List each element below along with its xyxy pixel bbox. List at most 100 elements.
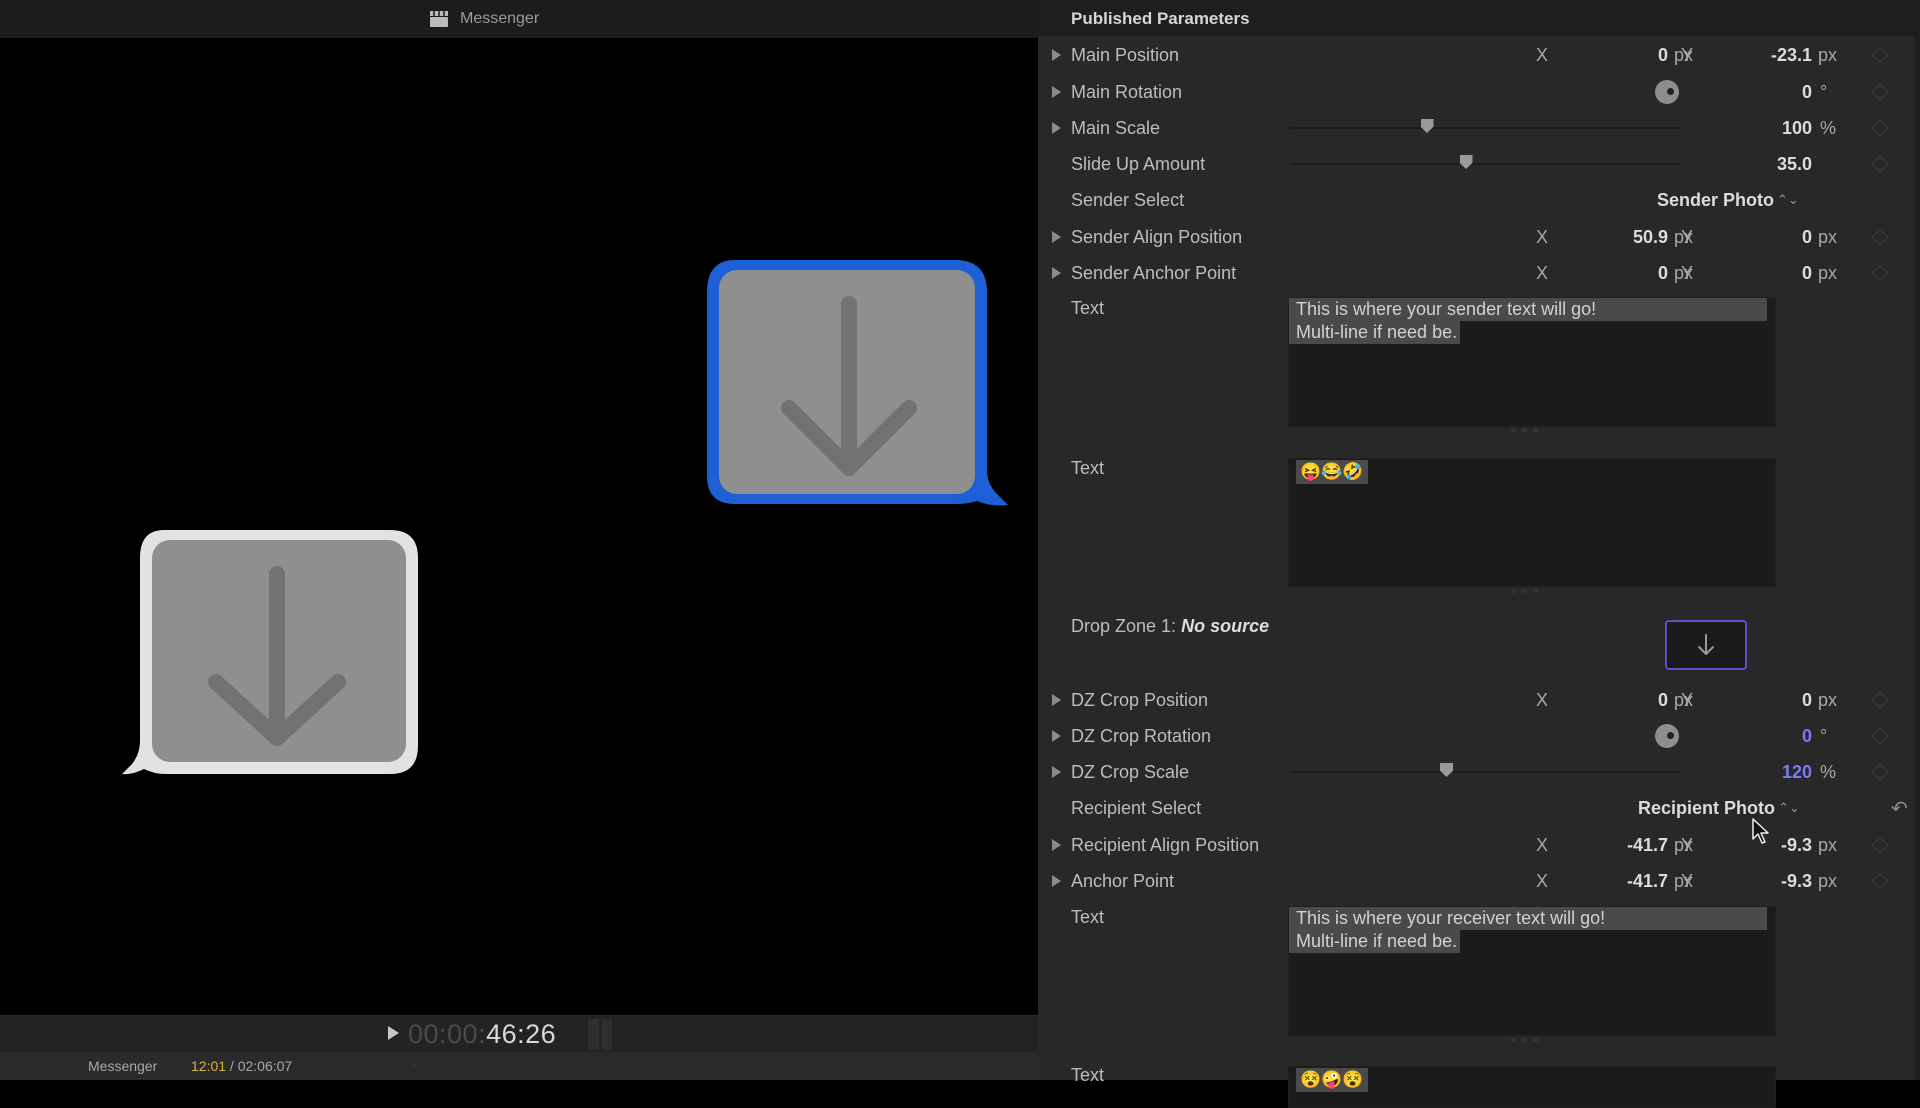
project-name: Messenger xyxy=(88,1058,158,1074)
timecode-display[interactable]: 00:00:46:26 xyxy=(408,1019,556,1050)
y-value-field[interactable]: 0 xyxy=(1718,263,1812,284)
keyframe-diamond-icon[interactable] xyxy=(1871,836,1889,854)
keyframe-diamond-icon[interactable] xyxy=(1871,155,1889,173)
rotation-dial[interactable] xyxy=(1655,724,1679,748)
disclosure-triangle-icon[interactable] xyxy=(1052,267,1061,279)
text-line: Multi-line if need be. xyxy=(1289,321,1461,344)
rotation-dial[interactable] xyxy=(1655,80,1679,104)
rotation-value-field[interactable]: 0 xyxy=(1718,726,1812,747)
x-value-field[interactable]: -41.7 xyxy=(1578,835,1668,856)
param-sender-select: Sender Select Sender Photo ⌃⌄ xyxy=(1038,185,1914,215)
resize-grip[interactable] xyxy=(1511,589,1551,593)
param-label: Sender Align Position xyxy=(1071,227,1243,247)
y-value-field[interactable]: -23.1 xyxy=(1718,45,1812,66)
disclosure-triangle-icon[interactable] xyxy=(1052,122,1061,134)
play-icon[interactable] xyxy=(388,1026,399,1040)
x-value-field[interactable]: 0 xyxy=(1578,690,1668,711)
y-value-field[interactable]: 0 xyxy=(1718,227,1812,248)
keyframe-diamond-icon[interactable] xyxy=(1871,763,1889,781)
y-axis-label-text: Y xyxy=(1681,45,1694,65)
disclosure-triangle-icon[interactable] xyxy=(1052,875,1061,887)
slider-knob[interactable] xyxy=(1459,155,1473,169)
disclosure-triangle-icon[interactable] xyxy=(1052,839,1061,851)
y-axis-label: Y xyxy=(1681,263,1694,283)
slide-up-slider[interactable] xyxy=(1290,155,1680,169)
unit-label: px xyxy=(1818,835,1838,855)
recipient-text-field[interactable]: This is where your receiver text will go… xyxy=(1288,906,1776,1036)
emoji-text: 😵🤪😵 xyxy=(1296,1068,1368,1092)
y-axis-label: Y xyxy=(1681,227,1694,247)
param-label: Sender Select xyxy=(1071,190,1185,210)
disclosure-triangle-icon[interactable] xyxy=(1052,49,1061,61)
param-label: DZ Crop Scale xyxy=(1071,762,1190,782)
resize-grip[interactable] xyxy=(1511,428,1551,432)
x-axis-label: X xyxy=(1536,690,1549,710)
reset-icon[interactable]: ↶ xyxy=(1891,796,1908,821)
y-value-field[interactable]: -9.3 xyxy=(1718,835,1812,856)
x-value-field[interactable]: 0 xyxy=(1578,45,1668,66)
param-dz-crop-rotation: DZ Crop Rotation 0 ° xyxy=(1038,721,1914,751)
audio-meter xyxy=(588,1019,612,1050)
text-line: Multi-line if need be. xyxy=(1289,930,1461,953)
disclosure-triangle-icon[interactable] xyxy=(1052,730,1061,742)
param-dz-crop-scale: DZ Crop Scale 120 % xyxy=(1038,757,1914,787)
param-anchor-point: Anchor Point X -41.7 px Y -9.3 px xyxy=(1038,866,1914,896)
arrow-down-icon xyxy=(1698,634,1714,655)
x-axis-label: X xyxy=(1536,263,1549,283)
y-value-field[interactable]: -9.3 xyxy=(1718,871,1812,892)
viewer-title: Messenger xyxy=(430,10,539,28)
keyframe-diamond-icon[interactable] xyxy=(1871,119,1889,137)
param-drop-zone: Drop Zone 1: No source xyxy=(1038,616,1914,646)
keyframe-diamond-icon[interactable] xyxy=(1871,46,1889,64)
x-axis-label: X xyxy=(1536,835,1549,855)
disclosure-triangle-icon[interactable] xyxy=(1052,231,1061,243)
viewer-canvas[interactable] xyxy=(0,38,1038,1015)
timecode-value: 46:26 xyxy=(486,1019,557,1049)
sender-bubble[interactable] xyxy=(705,258,1010,510)
resize-grip[interactable] xyxy=(1511,1038,1551,1042)
x-value-field[interactable]: 0 xyxy=(1578,263,1668,284)
param-label: DZ Crop Position xyxy=(1071,690,1209,710)
sender-text-field[interactable]: This is where your sender text will go! … xyxy=(1288,297,1776,427)
keyframe-diamond-icon[interactable] xyxy=(1871,727,1889,745)
text-line: This is where your receiver text will go… xyxy=(1289,907,1767,930)
sender-emoji-field[interactable]: 😝😂🤣 xyxy=(1288,458,1776,587)
slider-knob[interactable] xyxy=(1420,119,1434,133)
keyframe-diamond-icon[interactable] xyxy=(1871,264,1889,282)
sender-text-label: Text xyxy=(1071,298,1105,318)
x-value-field[interactable]: -41.7 xyxy=(1578,871,1668,892)
recipient-select-popup[interactable]: Recipient Photo ⌃⌄ xyxy=(1638,798,1800,819)
keyframe-diamond-icon[interactable] xyxy=(1871,83,1889,101)
audio-meter-right xyxy=(601,1019,612,1050)
rotation-value-field[interactable]: 0 xyxy=(1718,82,1812,103)
keyframe-diamond-icon[interactable] xyxy=(1871,872,1889,890)
unit-label: px xyxy=(1818,45,1838,65)
scale-slider[interactable] xyxy=(1290,119,1680,133)
param-label: Sender Anchor Point xyxy=(1071,263,1237,283)
slide-up-value-field[interactable]: 35.0 xyxy=(1718,154,1812,175)
param-label: Slide Up Amount xyxy=(1071,154,1206,174)
scale-value-field[interactable]: 120 xyxy=(1718,762,1812,783)
param-label: Main Position xyxy=(1071,45,1180,65)
popup-value: Recipient Photo xyxy=(1638,798,1776,818)
keyframe-diamond-icon[interactable] xyxy=(1871,691,1889,709)
disclosure-triangle-icon[interactable] xyxy=(1052,766,1061,778)
x-value-field[interactable]: 50.9 xyxy=(1578,227,1668,248)
y-axis-label: Y xyxy=(1681,835,1694,855)
scrollbar[interactable] xyxy=(1914,36,1920,1080)
keyframe-diamond-icon[interactable] xyxy=(1871,228,1889,246)
y-value-field[interactable]: 0 xyxy=(1718,690,1812,711)
param-sender-anchor-point: Sender Anchor Point X 0 px Y 0 px xyxy=(1038,258,1914,288)
crop-scale-slider[interactable] xyxy=(1290,763,1680,777)
chevron-right-icon[interactable]: › xyxy=(412,1057,417,1073)
unit-label: px xyxy=(1818,263,1838,283)
disclosure-triangle-icon[interactable] xyxy=(1052,694,1061,706)
viewer: Messenger 00:00:46:26 Messenger 12:01 / … xyxy=(0,0,1038,1080)
drop-zone-well[interactable] xyxy=(1665,620,1747,670)
disclosure-triangle-icon[interactable] xyxy=(1052,86,1061,98)
recipient-bubble[interactable] xyxy=(120,528,420,778)
recipient-emoji-field[interactable]: 😵🤪😵 xyxy=(1288,1066,1776,1108)
scale-value-field[interactable]: 100 xyxy=(1718,118,1812,139)
sender-select-popup[interactable]: Sender Photo ⌃⌄ xyxy=(1657,190,1799,211)
slider-knob[interactable] xyxy=(1440,763,1453,777)
